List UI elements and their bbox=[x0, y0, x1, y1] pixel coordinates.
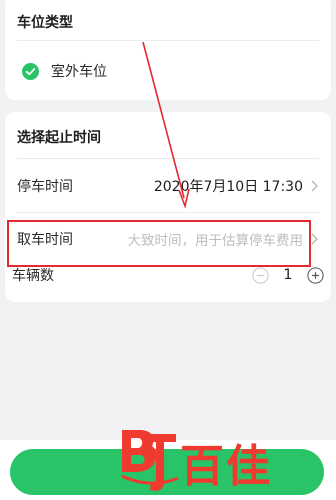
minus-button-icon[interactable] bbox=[252, 266, 269, 284]
divider bbox=[17, 212, 319, 213]
parking-type-card: 车位类型 室外车位 bbox=[5, 0, 331, 100]
option-label: 室外车位 bbox=[51, 64, 107, 80]
quantity-stepper: 1 bbox=[252, 266, 324, 284]
divider bbox=[17, 158, 319, 159]
park-time-label: 停车时间 bbox=[17, 179, 73, 195]
park-time-row[interactable]: 停车时间 2020年7月10日 17:30 bbox=[17, 171, 319, 201]
parking-type-title: 车位类型 bbox=[17, 15, 73, 31]
plus-button-icon[interactable] bbox=[307, 266, 324, 284]
watermark-logo-text: 百佳 bbox=[180, 441, 272, 492]
chevron-right-icon bbox=[311, 180, 318, 192]
vehicle-count-value: 1 bbox=[283, 267, 293, 283]
divider bbox=[17, 40, 319, 41]
vehicle-count-label: 车辆数 bbox=[12, 268, 54, 284]
time-section-title: 选择起止时间 bbox=[17, 130, 101, 146]
park-time-value: 2020年7月10日 17:30 bbox=[153, 179, 303, 195]
outdoor-parking-option[interactable]: 室外车位 bbox=[22, 61, 107, 81]
check-circle-icon bbox=[22, 62, 39, 80]
annotation-highlight-box bbox=[7, 220, 311, 267]
